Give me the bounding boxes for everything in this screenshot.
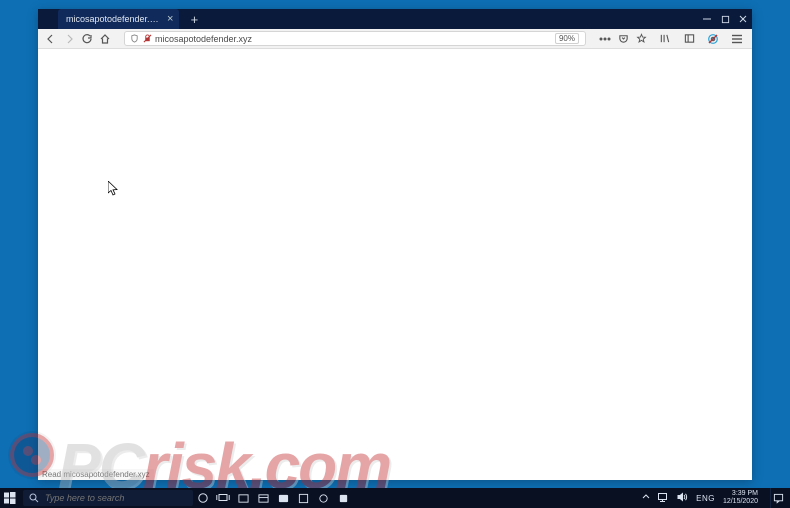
firefox-window: micosapotodefender.xyz/ × + (38, 9, 752, 480)
taskbar-app-3[interactable] (273, 488, 293, 508)
toolbar-right (658, 32, 744, 46)
browser-tab[interactable]: micosapotodefender.xyz/ × (58, 9, 179, 29)
taskbar-app-5[interactable] (313, 488, 333, 508)
task-view-icon[interactable] (213, 488, 233, 508)
search-icon (29, 493, 39, 503)
zoom-level[interactable]: 90% (555, 33, 579, 44)
action-center-icon[interactable] (770, 488, 786, 508)
sidebar-icon[interactable] (682, 32, 696, 46)
forward-button[interactable] (62, 32, 76, 46)
status-bar: Read micosapotodefender.xyz (38, 469, 154, 480)
taskbar: ENG 3:39 PM 12/15/2020 (0, 488, 790, 508)
new-tab-button[interactable]: + (185, 11, 203, 27)
reload-button[interactable] (80, 32, 94, 46)
tray-language[interactable]: ENG (696, 494, 715, 503)
tray-network-icon[interactable] (658, 493, 669, 504)
window-controls (698, 9, 752, 29)
url-input[interactable] (155, 32, 555, 45)
cortana-icon[interactable] (193, 488, 213, 508)
taskbar-app-4[interactable] (293, 488, 313, 508)
menu-icon[interactable] (730, 32, 744, 46)
tab-close-icon[interactable]: × (167, 13, 173, 25)
titlebar: micosapotodefender.xyz/ × + (38, 9, 752, 29)
taskbar-search-input[interactable] (45, 493, 187, 503)
lock-warning-icon (142, 34, 152, 44)
library-icon[interactable] (658, 32, 672, 46)
clock-date: 12/15/2020 (723, 498, 758, 506)
window-close-button[interactable] (734, 9, 752, 29)
taskbar-search[interactable] (23, 490, 193, 506)
address-bar[interactable]: 90% (124, 31, 586, 46)
page-actions-icon[interactable] (598, 32, 612, 46)
window-minimize-button[interactable] (698, 9, 716, 29)
window-maximize-button[interactable] (716, 9, 734, 29)
start-button[interactable] (0, 488, 20, 508)
page-content: Read micosapotodefender.xyz (38, 49, 752, 480)
tray-chevron-icon[interactable] (642, 493, 650, 503)
extension-icon[interactable] (706, 32, 720, 46)
save-pocket-icon[interactable] (616, 32, 630, 46)
taskbar-app-1[interactable] (233, 488, 253, 508)
back-button[interactable] (44, 32, 58, 46)
taskbar-app-2[interactable] (253, 488, 273, 508)
system-tray: ENG 3:39 PM 12/15/2020 (638, 488, 790, 508)
home-button[interactable] (98, 32, 112, 46)
tray-volume-icon[interactable] (677, 492, 688, 504)
clock-time: 3:39 PM (732, 490, 758, 498)
shield-icon (129, 34, 139, 44)
toolbar: 90% (38, 29, 752, 49)
taskbar-app-6[interactable] (333, 488, 353, 508)
tab-title: micosapotodefender.xyz/ (66, 14, 161, 24)
bookmark-star-icon[interactable] (634, 32, 648, 46)
tray-clock[interactable]: 3:39 PM 12/15/2020 (723, 490, 762, 506)
